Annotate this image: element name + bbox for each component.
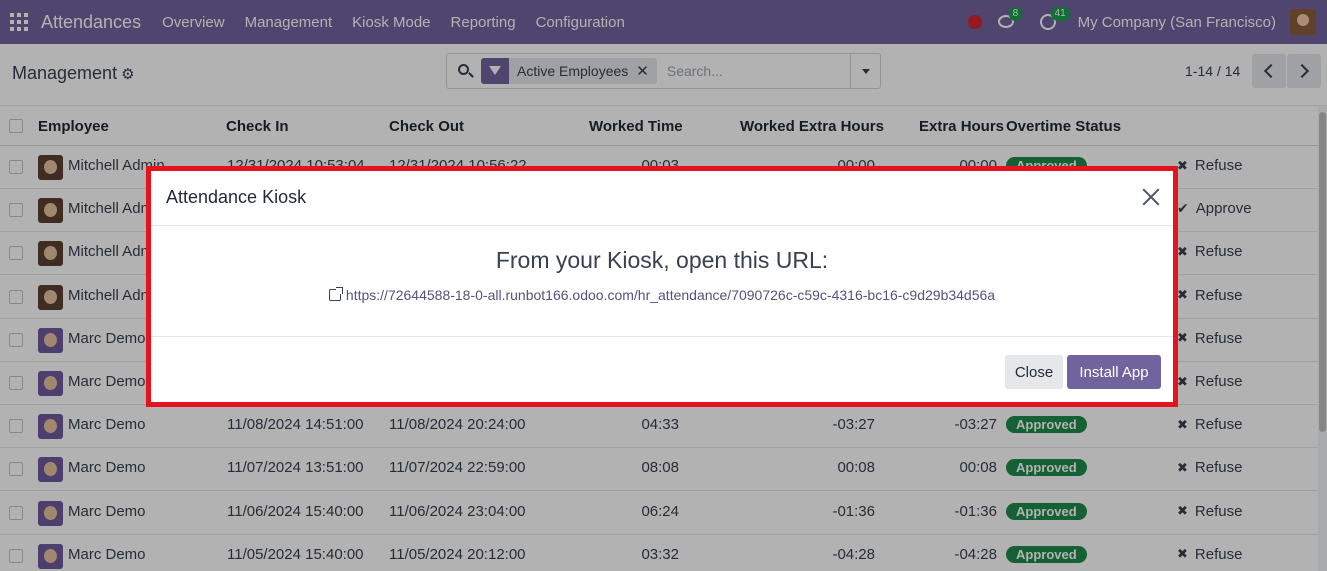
dialog-header: Attendance Kiosk [151, 171, 1173, 226]
kiosk-url-link[interactable]: https://72644588-18-0-all.runbot166.odoo… [151, 287, 1173, 303]
dialog-title: Attendance Kiosk [166, 187, 307, 207]
close-icon[interactable] [1139, 185, 1163, 209]
install-app-button[interactable]: Install App [1067, 355, 1161, 389]
external-link-icon [328, 287, 343, 301]
kiosk-instruction: From your Kiosk, open this URL: [495, 247, 829, 273]
dialog-body: From your Kiosk, open this URL: https://… [151, 227, 1173, 337]
attendance-kiosk-dialog: Attendance Kiosk From your Kiosk, open t… [151, 171, 1173, 402]
close-button[interactable]: Close [1005, 355, 1063, 389]
kiosk-url[interactable]: https://72644588-18-0-all.runbot166.odoo… [346, 287, 995, 303]
dialog-footer: Close Install App [151, 338, 1173, 402]
